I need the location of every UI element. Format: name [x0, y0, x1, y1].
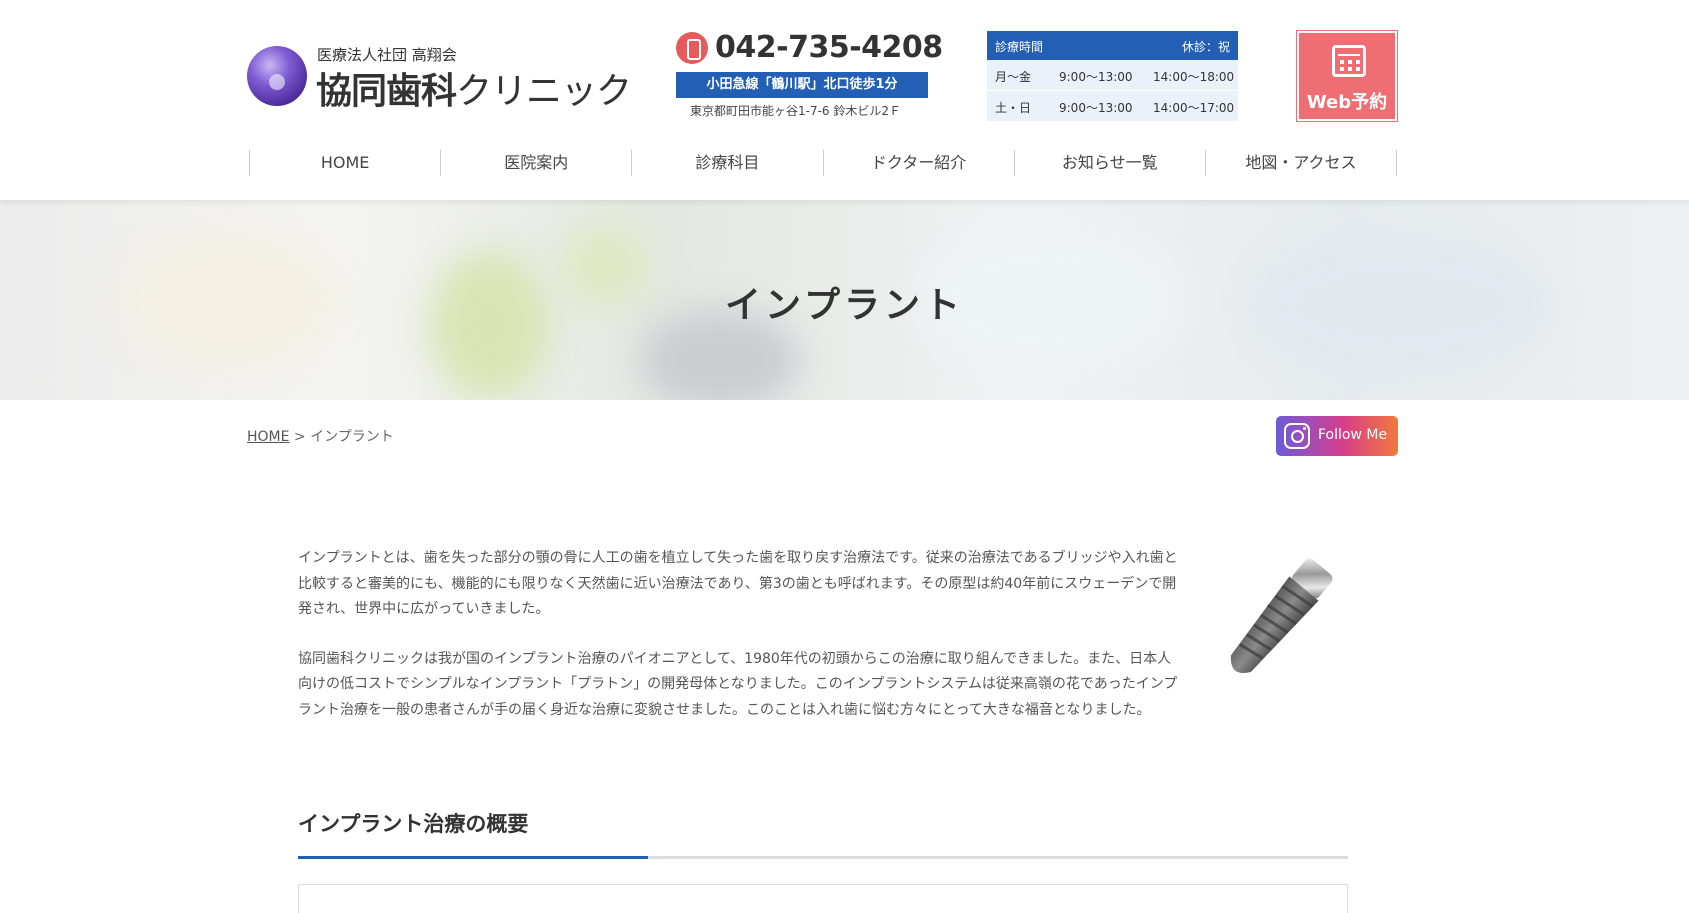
nav-item-news[interactable]: お知らせ一覧: [1013, 150, 1205, 176]
nav-item-access[interactable]: 地図・アクセス: [1204, 150, 1398, 176]
logo-name-bold: 協同歯科: [316, 71, 457, 112]
hours-days: 月～金: [995, 70, 1032, 84]
address: 東京都町田市能ヶ谷1-7-6 鈴木ビル2Ｆ: [690, 104, 902, 118]
phone-number[interactable]: 042-735-4208: [715, 30, 943, 65]
closed-days: 休診：祝: [1181, 40, 1230, 54]
breadcrumb: HOME > インプラント: [247, 426, 394, 446]
nav-item-doctors[interactable]: ドクター紹介: [822, 150, 1014, 176]
nav-item-treatments[interactable]: 診療科目: [631, 150, 822, 176]
hours-row: 土・日 9:00～13:00 14:00～17:00: [987, 90, 1238, 120]
logo-orb-icon: [247, 46, 307, 106]
web-reservation-button[interactable]: Web予約: [1296, 30, 1398, 122]
hours-days: 土・日: [995, 101, 1032, 115]
intro-paragraph: インプラントとは、歯を失った部分の顎の骨に人工の歯を植立して失った歯を取り戻す治…: [298, 550, 1178, 617]
hours-afternoon: 14:00～18:00: [1153, 70, 1235, 84]
main-nav: HOME 医院案内 診療科目 ドクター紹介 お知らせ一覧 地図・アクセス: [249, 150, 1398, 176]
office-hours-label: 診療時間: [995, 40, 1044, 54]
phone-icon: [676, 32, 708, 64]
logo-name-light: クリニック: [456, 71, 632, 112]
intro-paragraph: 協同歯科クリニックは我が国のインプラント治療のパイオニアとして、1980年代の初…: [298, 650, 1178, 718]
intro-text: インプラントとは、歯を失った部分の顎の骨に人工の歯を植立して失った歯を取り戻す治…: [298, 546, 1182, 723]
table-of-contents: [298, 884, 1348, 913]
office-hours-header: 診療時間 休診：祝: [987, 31, 1238, 60]
hours-morning: 9:00～13:00: [1059, 70, 1133, 84]
calendar-icon: [1332, 45, 1366, 77]
hours-row: 月～金 9:00～13:00 14:00～18:00: [987, 60, 1238, 90]
hero-banner: インプラント: [0, 200, 1689, 400]
logo-name: 協同歯科クリニック: [316, 62, 632, 114]
station-info: 小田急線「鶴川駅」北口徒歩1分: [676, 72, 928, 98]
section-divider: [298, 856, 1348, 859]
instagram-icon: [1284, 423, 1310, 449]
clinic-logo[interactable]: 医療法人社団 高翔会 協同歯科クリニック: [247, 44, 632, 112]
hours-morning: 9:00～13:00: [1059, 101, 1133, 115]
implant-image: [1230, 558, 1333, 673]
nav-item-clinic-info[interactable]: 医院案内: [440, 150, 631, 176]
section-title: インプラント治療の概要: [298, 812, 529, 836]
site-header: 医療法人社団 高翔会 協同歯科クリニック 042-735-4208 小田急線「鶴…: [0, 0, 1689, 200]
office-hours-table: 診療時間 休診：祝 月～金 9:00～13:00 14:00～18:00 土・日…: [987, 31, 1238, 121]
breadcrumb-home[interactable]: HOME: [247, 429, 289, 445]
hours-afternoon: 14:00～17:00: [1153, 101, 1235, 115]
breadcrumb-separator: >: [289, 429, 311, 445]
instagram-follow-button[interactable]: Follow Me: [1276, 416, 1398, 456]
nav-item-home[interactable]: HOME: [249, 150, 440, 176]
instagram-follow-label: Follow Me: [1318, 427, 1388, 443]
web-reservation-label: Web予約: [1306, 92, 1388, 113]
page-title: インプラント: [725, 285, 964, 326]
breadcrumb-current: インプラント: [310, 429, 394, 445]
